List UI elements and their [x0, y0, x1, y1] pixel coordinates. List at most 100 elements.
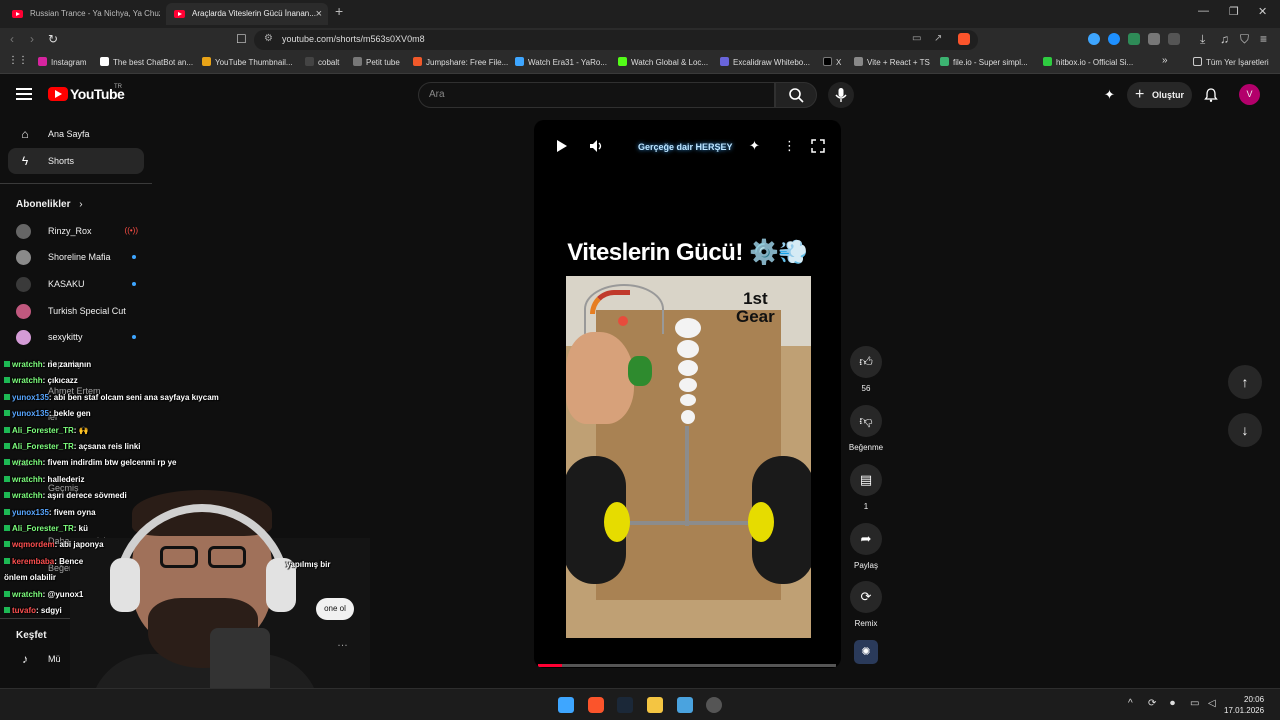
puzzle-icon[interactable] [1148, 33, 1160, 45]
more-options-icon[interactable]: ⋮ [783, 138, 796, 154]
bookmark-item[interactable]: Watch Global & Loc... [618, 57, 708, 67]
sound-button[interactable]: ✺ [846, 640, 886, 664]
video-progress-bar[interactable] [538, 664, 836, 667]
new-tab-button[interactable]: + [335, 3, 343, 19]
browser-tab-active[interactable]: Araçlarda Viteslerin Gücü İnanan... × [166, 3, 328, 25]
sidebar-channel[interactable]: KASAKU [8, 271, 144, 297]
shorts-player[interactable]: Gerçeğe dair HERŞEY ✦ ⋮ Viteslerin Gücü!… [534, 120, 841, 668]
voice-search-button[interactable] [828, 82, 854, 108]
sidebar-item-home[interactable]: ⌂ Ana Sayfa [8, 121, 144, 147]
remix-button[interactable]: ⟳ Remix [846, 581, 886, 628]
extension-icon[interactable] [1108, 33, 1120, 45]
maximize-icon[interactable]: ❐ [1229, 5, 1239, 18]
apps-icon[interactable]: ⋮⋮ [8, 55, 28, 66]
network-sync-icon[interactable]: ⟳ [1148, 698, 1156, 709]
chat-username: wqmordem [12, 540, 55, 550]
speaker-icon[interactable]: ◁ [1208, 698, 1216, 709]
chat-badge-icon [4, 525, 10, 531]
explore-heading: Keşfet [16, 630, 47, 641]
steam-icon[interactable] [617, 697, 633, 713]
bookmark-item[interactable]: Excalidraw Whitebo... [720, 57, 810, 67]
back-icon[interactable]: ‹ [10, 32, 14, 46]
bookmark-item[interactable]: Petit tube [353, 57, 400, 67]
previous-short-button[interactable]: ↑ [1228, 365, 1262, 399]
bookmarks-bar: ⋮⋮ Instagram The best ChatBot an... YouT… [0, 52, 1280, 74]
menu-hamburger-icon[interactable] [16, 88, 32, 100]
bookmark-item[interactable]: Instagram [38, 57, 87, 67]
dislike-button[interactable]: 👎︎ Beğenme [846, 405, 886, 452]
cast-icon[interactable]: ▭ [912, 33, 921, 44]
play-icon[interactable] [554, 139, 568, 153]
jumpshare-icon [413, 57, 422, 66]
minimize-icon[interactable]: — [1198, 5, 1209, 17]
system-clock[interactable]: 20:06 17.01.2026 [1224, 694, 1264, 716]
app-icon[interactable] [677, 697, 693, 713]
bookmark-item[interactable]: file.io - Super simpl... [940, 57, 1028, 67]
youtube-logo-icon[interactable] [48, 87, 68, 101]
share-button[interactable]: ➦ Paylaş [846, 523, 886, 570]
volume-icon[interactable] [589, 139, 605, 153]
bookmark-item[interactable]: cobalt [305, 57, 339, 67]
chat-message: tuvafo: sdgyi [4, 606, 62, 615]
sidebar-channel[interactable]: Shoreline Mafia [8, 244, 144, 270]
search-input[interactable]: Ara [418, 82, 775, 108]
extension-icon[interactable] [1128, 33, 1140, 45]
bookmark-item[interactable]: YouTube Thumbnail... [202, 57, 293, 67]
address-bar[interactable]: ⚙ youtube.com/shorts/m563s0XV0m8 ▭ ↗ [254, 30, 978, 50]
sidebar-item-shorts[interactable]: ϟ Shorts [8, 148, 144, 174]
brave-browser-icon[interactable] [588, 697, 604, 713]
bookmark-item[interactable]: Jumpshare: Free File... [413, 57, 508, 67]
fullscreen-icon[interactable] [811, 139, 825, 153]
brave-shield-icon[interactable] [958, 33, 970, 45]
chat-badge-icon [4, 557, 10, 564]
chat-message: wratchh: hallederiz [4, 475, 84, 484]
file-explorer-icon[interactable] [647, 697, 663, 713]
download-icon[interactable]: ⤓ [1200, 32, 1205, 47]
bookmark-item[interactable]: X [823, 57, 841, 67]
shield-icon[interactable]: ⛉ [1240, 32, 1249, 47]
chat-username: wratchh [12, 589, 43, 599]
sidebar-icon[interactable] [1168, 33, 1180, 45]
sidebar-item-label: Ana Sayfa [48, 129, 90, 139]
microphone-tray-icon[interactable]: ⏺ [1170, 698, 1175, 709]
sidebar-channel[interactable]: Turkish Special Cut [8, 298, 144, 324]
close-tab-icon[interactable]: × [316, 3, 322, 25]
chat-message: yunox135: bekle gen [4, 409, 91, 418]
windows-start-icon[interactable] [558, 697, 574, 713]
notifications-bell-icon[interactable] [1203, 87, 1219, 103]
bookmark-item[interactable]: hitbox.io - Official Si... [1043, 57, 1133, 67]
share-icon[interactable]: ↗ [934, 33, 942, 44]
sparkle-icon[interactable]: ✦ [749, 138, 760, 154]
extension-icon[interactable]: ✦ [1104, 87, 1115, 103]
chat-text: : bekle gen [48, 409, 91, 419]
search-button[interactable] [775, 82, 817, 108]
close-window-icon[interactable]: ✕ [1258, 5, 1267, 18]
all-bookmarks[interactable]: Tüm Yer İşaretleri [1193, 57, 1269, 67]
instagram-icon [38, 57, 47, 66]
menu-icon[interactable]: ≡ [1260, 32, 1267, 46]
forward-icon[interactable]: › [30, 32, 34, 46]
music-icon[interactable]: ♫ [1220, 32, 1229, 46]
sidebar-channel[interactable]: Rinzy_Rox ((•)) [8, 218, 144, 244]
create-button[interactable]: + Oluştur [1127, 82, 1192, 108]
comments-button[interactable]: ▤ 1 [846, 464, 886, 511]
reload-icon[interactable]: ↻ [48, 32, 58, 46]
sidebar-channel[interactable]: sexykitty [8, 324, 144, 350]
bookmark-item[interactable]: Vite + React + TS [854, 57, 930, 67]
next-short-button[interactable]: ↓ [1228, 413, 1262, 447]
site-settings-icon[interactable]: ⚙ [264, 33, 273, 44]
obs-icon[interactable] [706, 697, 722, 713]
like-button[interactable]: 👍︎ 56 [846, 346, 886, 393]
tray-chevron-icon[interactable]: ^ [1128, 698, 1133, 709]
extension-icon[interactable] [1088, 33, 1100, 45]
bookmark-item[interactable]: The best ChatBot an... [100, 57, 193, 67]
display-icon[interactable]: ▭ [1190, 698, 1199, 709]
browser-tab[interactable]: Russian Trance - Ya Nichya, Ya Chuzh... [4, 3, 160, 25]
bookmark-item[interactable]: Watch Era31 - YaRo... [515, 57, 607, 67]
subscriptions-heading[interactable]: Abonelikler › [16, 199, 83, 210]
more-bookmarks-icon[interactable]: » [1162, 55, 1168, 66]
more-icon[interactable]: … [337, 637, 348, 649]
account-avatar[interactable]: V [1239, 84, 1260, 105]
bookmark-icon[interactable]: ☐ [236, 32, 247, 46]
chat-username: tuvafo [12, 606, 36, 615]
